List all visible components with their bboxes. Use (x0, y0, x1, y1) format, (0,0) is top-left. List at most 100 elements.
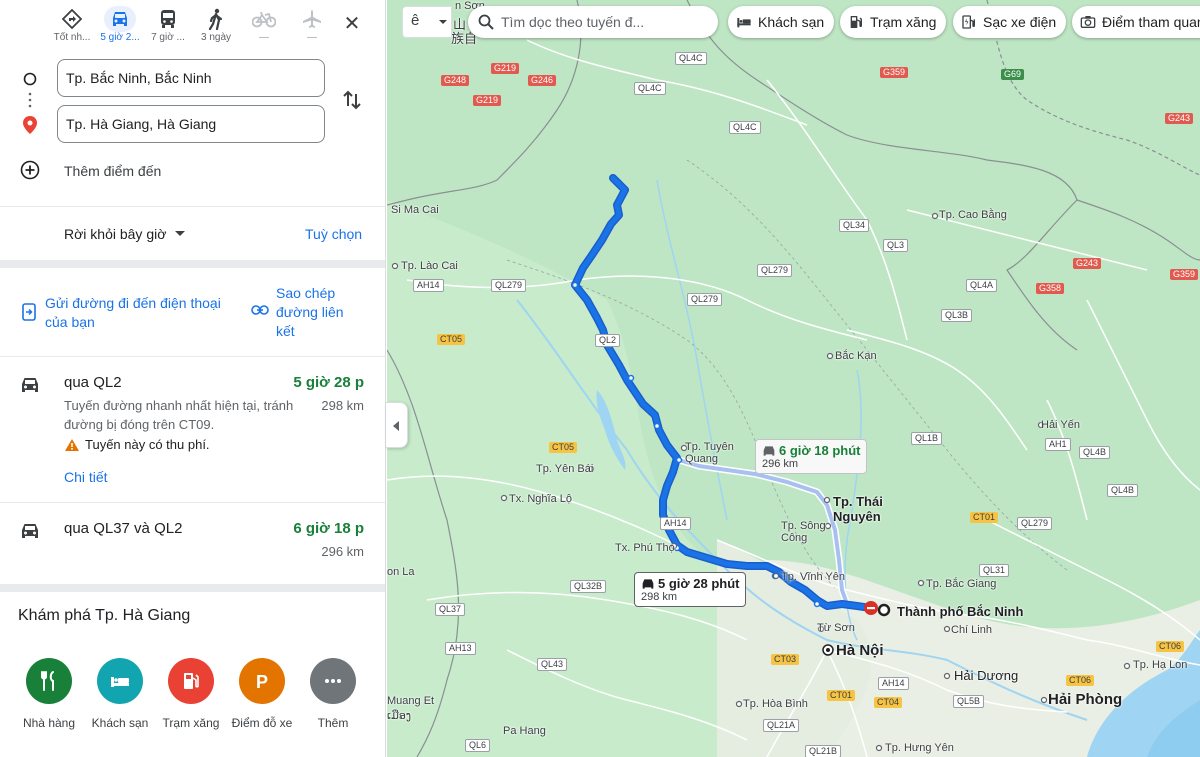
road-shield: G219 (473, 95, 502, 106)
chip-attractions[interactable]: Điểm tham quan (1072, 6, 1200, 38)
mode-driving[interactable]: 5 giờ 2... (96, 4, 144, 48)
restaurant-icon (26, 658, 72, 704)
options-button[interactable]: Tuỳ chọn (305, 226, 362, 242)
route-option-2[interactable]: qua QL37 và QL2 6 giờ 18 p 296 km (0, 503, 385, 583)
search-input[interactable] (501, 11, 706, 33)
road-shield: G246 (528, 75, 557, 86)
chip-label: Trạm xăng (870, 14, 937, 30)
caret-down-icon (439, 20, 447, 24)
road-shield: G243 (1073, 258, 1102, 269)
route-distance: 296 km (321, 544, 364, 559)
alt-callout-distance: 296 km (762, 458, 799, 470)
map-label: Hải Phòng (1048, 691, 1123, 708)
diamond-direction-icon (56, 6, 88, 32)
route-via: qua QL37 và QL2 (64, 520, 183, 537)
map-label: Tp. Hạ Lon (1133, 659, 1188, 671)
ev-charging-icon (962, 15, 975, 29)
caret-down-icon[interactable] (175, 231, 185, 236)
road-shield: QL34 (839, 219, 870, 232)
road-shield: QL21B (805, 745, 842, 757)
map-label: Thành phố Bắc Ninh (897, 604, 1024, 619)
road-shield: CT06 (1156, 641, 1185, 652)
car-icon (642, 579, 654, 589)
road-shield: QL3 (883, 239, 909, 252)
road-shield: AH14 (878, 677, 909, 690)
add-destination-button[interactable]: Thêm điểm đến (64, 163, 161, 179)
close-icon[interactable]: ✕ (336, 10, 368, 38)
car-icon (22, 524, 38, 538)
route-option-1[interactable]: qua QL2 5 giờ 28 p 298 km Tuyến đường nh… (0, 357, 385, 502)
category-gas[interactable]: Trạm xăng (154, 658, 228, 730)
category-restaurant[interactable]: Nhà hàng (12, 658, 86, 730)
mode-walking[interactable]: 3 ngày (192, 4, 240, 48)
chevron-left-icon (393, 421, 399, 431)
destination-pin-icon (23, 116, 37, 134)
category-hotel[interactable]: Khách sạn (83, 658, 157, 730)
mode-flight[interactable]: — (288, 4, 336, 48)
send-to-phone-button[interactable]: Gửi đường đi đến điện thoại của bạn (45, 294, 235, 332)
alt-callout-time: 6 giờ 18 phút (779, 443, 861, 458)
chip-gas[interactable]: Trạm xăng (840, 6, 947, 38)
copy-link-button[interactable]: Sao chép đường liên kết (276, 284, 366, 341)
destination-field[interactable]: Tp. Hà Giang, Hà Giang (57, 105, 325, 143)
more-icon (310, 658, 356, 704)
map-label: Tp. Lào Cai (401, 260, 458, 272)
road-shield: QL43 (537, 658, 568, 671)
toll-warning: Tuyến này có thu phí. (85, 437, 210, 452)
road-shield: G359 (1170, 269, 1199, 280)
road-shield: G359 (880, 67, 909, 78)
map-label: Tp. Tuyên Quang (685, 441, 734, 465)
road-shield: QL279 (1017, 517, 1053, 530)
map-label: Si Ma Cai (391, 204, 439, 216)
road-shield: QL1B (911, 432, 943, 445)
mode-cycling-label: — (259, 32, 269, 43)
search-along-route[interactable] (468, 6, 718, 38)
collapse-panel-button[interactable] (386, 402, 408, 448)
map-label: Tp. Bắc Giang (926, 578, 997, 590)
send-to-phone-icon (22, 303, 36, 321)
input-tools-button[interactable]: ê (402, 6, 452, 38)
road-shield: QL32B (570, 580, 607, 593)
road-shield: CT01 (970, 512, 999, 523)
map-label: Tp. Yên Bái (536, 463, 594, 475)
road-shield: CT04 (874, 697, 903, 708)
car-icon (763, 446, 775, 456)
mode-best[interactable]: Tốt nh... (48, 4, 96, 48)
bus-icon (152, 6, 184, 32)
mode-walking-label: 3 ngày (200, 32, 232, 43)
category-label: Thêm (317, 716, 349, 730)
parking-icon: P (239, 658, 285, 704)
road-shield: AH14 (413, 279, 444, 292)
road-shield: G69 (1001, 69, 1025, 80)
road-shield: QL279 (757, 264, 793, 277)
swap-icon[interactable] (340, 88, 364, 112)
primary-route-callout[interactable]: 5 giờ 28 phút 298 km (634, 572, 747, 607)
route-description: Tuyến đường nhanh nhất hiện tại, tránh đ… (64, 398, 294, 432)
road-shield: QL6 (465, 739, 491, 752)
mode-transit[interactable]: 7 giờ ... (144, 4, 192, 48)
road-shield: CT03 (771, 654, 800, 665)
chip-ev-charging[interactable]: Sạc xe điện (953, 6, 1067, 38)
mode-cycling[interactable]: — (240, 4, 288, 48)
road-shield: QL21A (763, 719, 800, 732)
road-shield: QL2 (595, 334, 621, 347)
depart-time-selector[interactable]: Rời khỏi bây giờ (64, 226, 166, 242)
chip-hotels[interactable]: Khách sạn (728, 6, 835, 38)
gas-station-icon (850, 16, 862, 28)
category-label: Điểm đỗ xe (231, 716, 293, 730)
map-label: on La (387, 566, 415, 578)
chip-label: Khách sạn (758, 14, 825, 30)
add-destination-icon[interactable] (20, 160, 40, 180)
category-more[interactable]: Thêm (296, 658, 370, 730)
map-canvas[interactable]: n Sơn 山 族自 Si Ma Cai Tp. Lào Cai Tp. Yên… (387, 0, 1200, 757)
category-parking[interactable]: P Điểm đỗ xe (225, 658, 299, 730)
details-link[interactable]: Chi tiết (64, 469, 108, 485)
road-shield: AH1 (1045, 438, 1071, 451)
road-shield: CT06 (1066, 675, 1095, 686)
road-shield: QL3B (941, 309, 973, 322)
origin-marker (877, 603, 891, 617)
divider (0, 260, 385, 268)
search-icon (478, 14, 494, 30)
alt-route-callout[interactable]: 6 giờ 18 phút 296 km (755, 439, 868, 474)
origin-field[interactable]: Tp. Bắc Ninh, Bắc Ninh (57, 59, 325, 97)
